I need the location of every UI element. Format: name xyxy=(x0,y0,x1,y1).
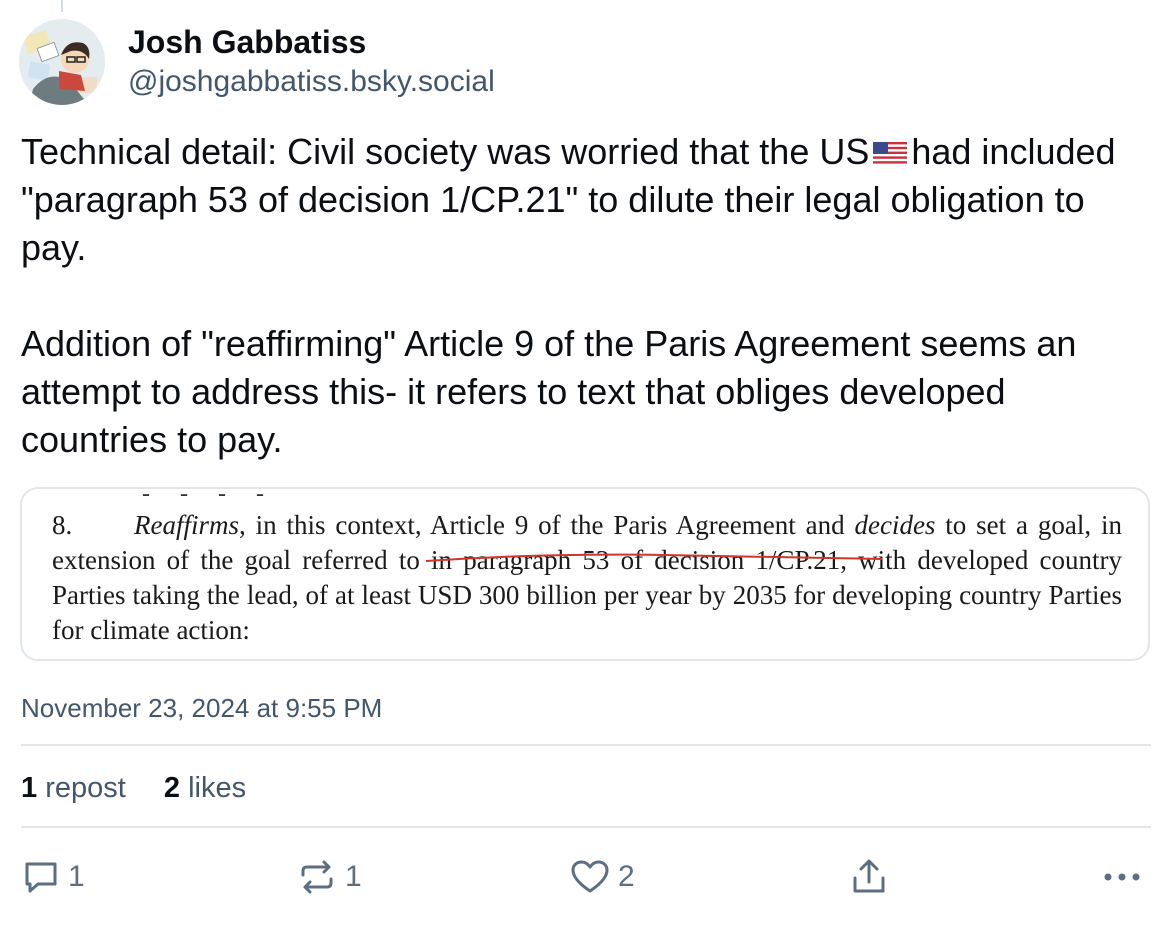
avatar[interactable] xyxy=(19,19,105,105)
repost-icon xyxy=(301,860,333,894)
highlighted-text: Article 9 of the Paris Agreement xyxy=(429,510,796,540)
post-text: Technical detail: Civil society was worr… xyxy=(21,128,1151,464)
heart-icon xyxy=(571,860,609,893)
divider xyxy=(21,826,1151,828)
author-name[interactable]: Josh Gabbatiss xyxy=(128,22,366,62)
post-paragraph-1: Technical detail: Civil society was worr… xyxy=(21,128,1151,272)
engagement-stats: 1 repost 2 likes xyxy=(21,770,276,806)
excerpt-text: and xyxy=(795,510,855,540)
divider xyxy=(21,744,1151,746)
decides-text: decides xyxy=(854,510,936,540)
more-options-button[interactable] xyxy=(1102,854,1142,900)
likes-label: likes xyxy=(188,772,247,804)
repost-count: 1 xyxy=(345,860,362,893)
cropped-text-fragment: - - - - xyxy=(142,487,276,507)
author-handle[interactable]: @joshgabbatiss.bsky.social xyxy=(128,63,495,101)
post-timestamp[interactable]: November 23, 2024 at 9:55 PM xyxy=(21,692,382,724)
red-underline-mark xyxy=(425,553,883,562)
reply-icon xyxy=(25,862,57,893)
more-icon xyxy=(1104,873,1140,881)
embedded-image[interactable]: - - - - 8. Reaffirms, in this context, Ar… xyxy=(20,487,1150,661)
reply-count: 1 xyxy=(68,860,85,893)
paragraph-number: 8. xyxy=(52,510,73,540)
reposts-stat[interactable]: 1 repost xyxy=(21,770,126,806)
reply-button[interactable]: 1 xyxy=(22,854,85,900)
like-button[interactable]: 2 xyxy=(570,854,635,900)
reaffirms-text: Reaffirms xyxy=(134,510,239,540)
reposts-label: repost xyxy=(45,772,126,804)
action-bar: 1 1 2 xyxy=(0,854,1166,900)
share-icon xyxy=(853,859,885,893)
document-excerpt: 8. Reaffirms, in this context, Article 9 … xyxy=(52,508,1122,648)
likes-stat[interactable]: 2 likes xyxy=(164,770,246,806)
us-flag-icon xyxy=(873,142,908,166)
reposts-count: 1 xyxy=(21,772,38,804)
thread-line xyxy=(61,0,63,12)
likes-count: 2 xyxy=(163,772,181,804)
repost-button[interactable]: 1 xyxy=(297,854,362,900)
avatar-illustration xyxy=(19,19,105,105)
excerpt-text: , in this context, xyxy=(239,510,430,540)
share-button[interactable] xyxy=(850,854,888,900)
post-text-segment: Technical detail: Civil society was worr… xyxy=(21,131,870,172)
post-paragraph-2: Addition of "reaffirming" Article 9 of t… xyxy=(21,323,1077,460)
like-count: 2 xyxy=(618,860,635,893)
